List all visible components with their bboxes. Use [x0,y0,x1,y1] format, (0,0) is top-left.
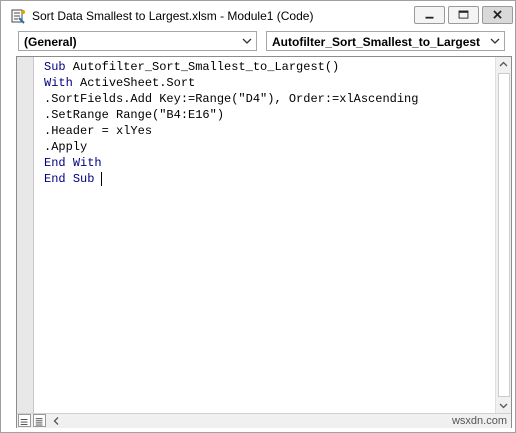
watermark: wsxdn.com [451,415,507,427]
code-line[interactable]: .SortFields.Add Key:=Range("D4"), Order:… [44,91,418,107]
vba-code-window: Sort Data Smallest to Largest.xlsm - Mod… [0,0,516,433]
procedure-view-icon [20,419,28,426]
object-dropdown-value: (General) [24,35,77,49]
code-line[interactable]: With ActiveSheet.Sort [44,75,195,91]
scrollbar-thumb[interactable] [498,73,510,397]
object-dropdown[interactable]: (General) [18,31,257,51]
text-caret [101,172,102,186]
procedure-dropdown[interactable]: Autofilter_Sort_Smallest_to_Largest [266,31,505,51]
chevron-down-icon[interactable] [489,35,501,47]
window-title: Sort Data Smallest to Largest.xlsm - Mod… [32,9,314,23]
scroll-up-icon[interactable] [496,57,511,72]
code-line[interactable]: .Header = xlYes [44,123,152,139]
chevron-down-icon[interactable] [241,35,253,47]
maximize-icon [458,10,469,19]
code-line[interactable]: End With [44,155,102,171]
close-icon [493,10,502,19]
scroll-down-icon[interactable] [496,398,511,413]
margin-indicator-bar[interactable] [17,57,34,413]
minimize-icon [425,16,434,19]
code-line[interactable]: End Sub [44,171,94,187]
vertical-scrollbar[interactable] [495,57,511,413]
maximize-button[interactable] [448,6,479,24]
full-module-view-icon [35,418,43,426]
code-pane[interactable]: Sub Autofilter_Sort_Smallest_to_Largest(… [34,57,496,413]
code-line[interactable]: .Apply [44,139,87,155]
full-module-view-button[interactable] [33,414,46,427]
code-line[interactable]: Sub Autofilter_Sort_Smallest_to_Largest(… [44,59,339,75]
close-button[interactable] [482,6,513,24]
scroll-left-icon[interactable] [49,414,63,428]
code-toolbar: (General) Autofilter_Sort_Smallest_to_La… [1,31,515,53]
code-editor: Sub Autofilter_Sort_Smallest_to_Largest(… [16,56,512,428]
procedure-view-button[interactable] [18,414,31,427]
code-line[interactable]: .SetRange Range("B4:E16") [44,107,224,123]
vba-module-icon [11,9,25,24]
procedure-dropdown-value: Autofilter_Sort_Smallest_to_Largest [272,35,481,49]
horizontal-scroll-area [17,413,511,428]
minimize-button[interactable] [414,6,445,24]
title-bar[interactable]: Sort Data Smallest to Largest.xlsm - Mod… [1,1,515,31]
